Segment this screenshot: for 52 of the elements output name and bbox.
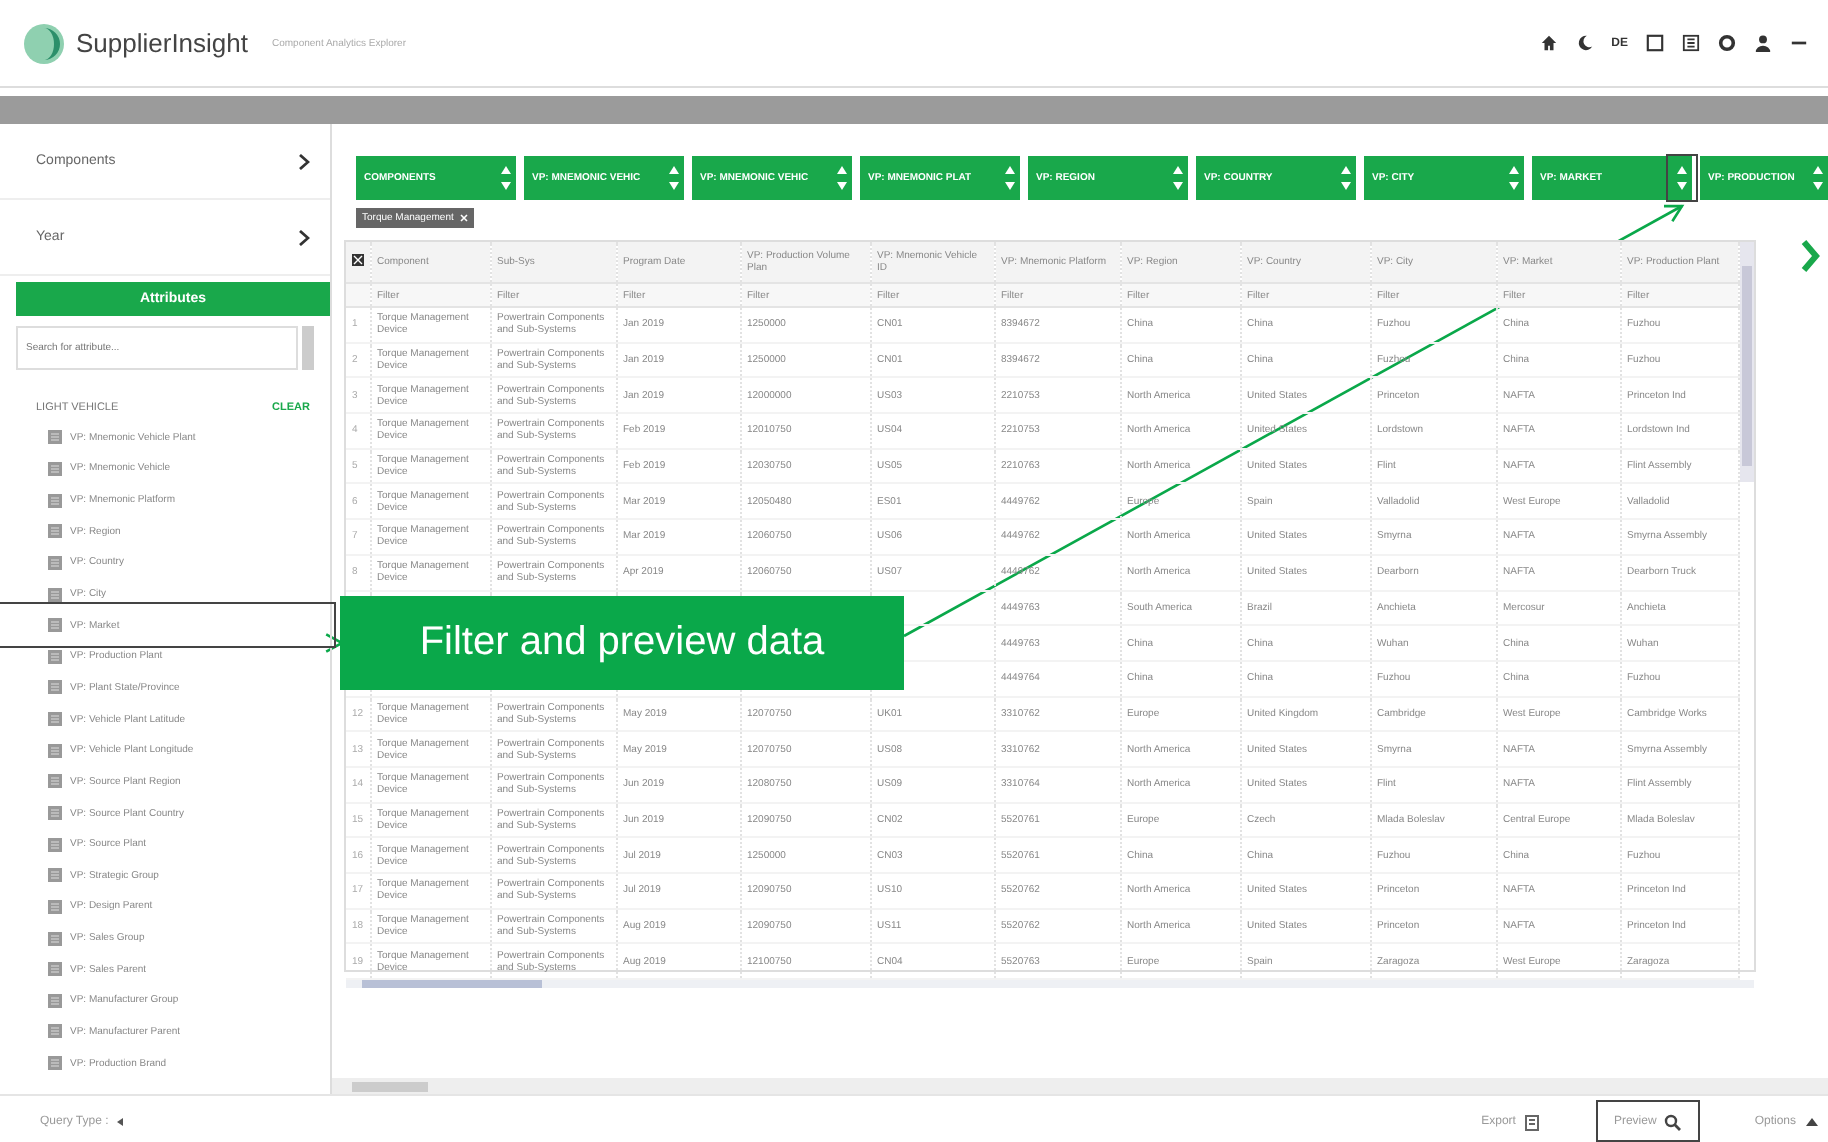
- sort-icon[interactable]: [1812, 164, 1824, 192]
- moon-icon[interactable]: [1575, 34, 1594, 52]
- drag-handle-icon: [48, 618, 62, 633]
- logo-icon: [24, 23, 64, 63]
- drag-handle-icon: [48, 587, 62, 602]
- drag-handle-icon: [48, 806, 62, 820]
- square-icon[interactable]: [1646, 34, 1664, 52]
- drag-handle-icon: [48, 743, 62, 758]
- sort-icon[interactable]: [1172, 164, 1184, 192]
- search-icon: [1664, 1113, 1683, 1131]
- scrollbar[interactable]: [302, 326, 314, 370]
- drag-handle-icon: [48, 774, 62, 789]
- callout-label: Filter and preview data: [340, 596, 904, 690]
- sort-icon[interactable]: [1508, 164, 1520, 192]
- grid-icon[interactable]: [1682, 34, 1700, 52]
- settings-icon[interactable]: [1718, 34, 1736, 52]
- drag-handle-icon: [48, 1056, 62, 1071]
- close-icon[interactable]: [459, 214, 468, 222]
- caret-icon: [1804, 1113, 1822, 1131]
- drag-handle-icon: [48, 899, 62, 914]
- drag-handle-icon: [48, 524, 62, 539]
- app-name: SupplierInsight: [76, 28, 248, 58]
- sort-icon[interactable]: [1004, 164, 1016, 192]
- export-icon: [1523, 1113, 1542, 1131]
- drag-handle-icon: [48, 555, 62, 570]
- drag-handle-icon: [48, 430, 62, 445]
- drag-handle-icon: [48, 680, 62, 695]
- drag-handle-icon: [48, 493, 62, 508]
- drag-handle-icon: [48, 868, 62, 883]
- sort-icon[interactable]: [500, 164, 512, 192]
- caret-icon[interactable]: [116, 1118, 127, 1126]
- sort-icon[interactable]: [1676, 164, 1688, 192]
- drag-handle-icon: [48, 837, 62, 852]
- sort-icon[interactable]: [668, 164, 680, 192]
- drag-handle-icon: [48, 712, 62, 727]
- next-icon[interactable]: [1800, 240, 1820, 272]
- drag-handle-icon: [48, 1024, 62, 1039]
- home-icon[interactable]: [1539, 34, 1558, 52]
- vertical-scrollbar[interactable]: [1740, 242, 1754, 482]
- drag-handle-icon: [48, 993, 62, 1008]
- chevron-icon: [298, 229, 310, 245]
- sort-icon[interactable]: [836, 164, 848, 192]
- horizontal-scrollbar[interactable]: [332, 1078, 1828, 1094]
- chevron-icon: [298, 153, 310, 169]
- drag-handle-icon: [48, 962, 62, 977]
- sort-icon[interactable]: [1340, 164, 1352, 192]
- drag-handle-icon: [48, 649, 62, 664]
- select-all-icon[interactable]: [352, 254, 364, 266]
- user-icon[interactable]: [1754, 34, 1772, 52]
- drag-handle-icon: [48, 931, 62, 946]
- drag-handle-icon: [48, 461, 62, 476]
- horizontal-scrollbar[interactable]: [346, 980, 1754, 989]
